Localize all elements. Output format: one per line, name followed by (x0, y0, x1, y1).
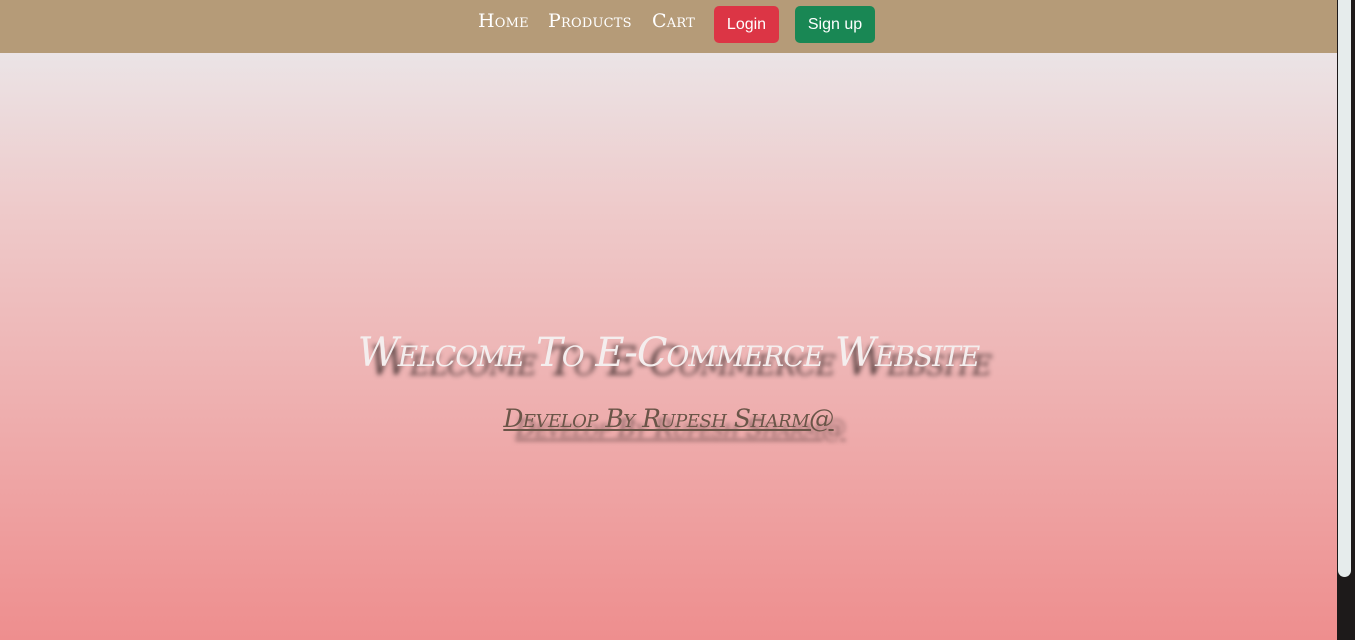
hero-subtitle: Develop By Rupesh Sharm@ (503, 404, 834, 433)
hero-title: Welcome To E-Commerce Website (357, 330, 981, 376)
signup-button[interactable]: Sign up (795, 6, 875, 43)
nav-products-link[interactable]: Products (548, 10, 632, 32)
page: Home Products Cart Login Sign up Welcome… (0, 0, 1337, 640)
vertical-scrollbar[interactable] (1337, 0, 1355, 640)
navbar: Home Products Cart Login Sign up (0, 0, 1337, 53)
login-button[interactable]: Login (714, 6, 779, 43)
scrollbar-thumb[interactable] (1338, 0, 1351, 577)
nav-home-link[interactable]: Home (478, 10, 529, 32)
nav-cart-link[interactable]: Cart (652, 10, 695, 32)
